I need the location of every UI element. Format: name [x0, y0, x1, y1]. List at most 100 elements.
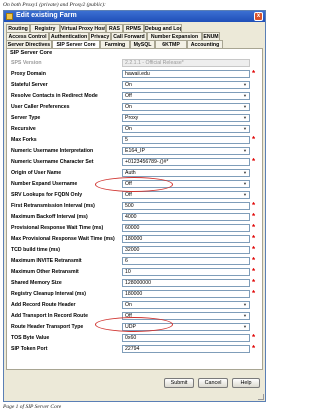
title-bar[interactable]: Edit existing Farm x	[4, 11, 265, 22]
maximum-other-retransmit-label: Maximum Other Retransmit	[11, 269, 79, 275]
tab-routing[interactable]: Routing	[6, 24, 30, 32]
sps-version-input: 2.2.1.1 - Official Release*	[122, 59, 250, 67]
tcd-build-time-ms-label: TCD build time (ms)	[11, 247, 60, 253]
tab-row1: Routing Registry Virtual Proxy Host RAS RPMS…	[6, 24, 263, 32]
field-first-retransmission-interval-ms: First Retransmission Interval (ms) 500 *	[7, 201, 262, 211]
required-marker-icon: *	[252, 223, 256, 232]
add-transport-in-record-route-label: Add Transport In Record Route	[11, 313, 88, 319]
field-maximum-other-retransmit: Maximum Other Retransmit 10 *	[7, 267, 262, 277]
numeric-username-interpretation-select[interactable]: E164_IP	[122, 147, 250, 155]
origin-of-user-name-label: Origin of User Name	[11, 170, 62, 176]
tab-accounting[interactable]: Accounting	[187, 40, 223, 48]
proxy-domain-label: Proxy Domain	[11, 71, 46, 77]
required-marker-icon: *	[252, 289, 256, 298]
tab-ras[interactable]: RAS	[106, 24, 123, 32]
tab-virtual-proxy-host[interactable]: Virtual Proxy Host	[60, 24, 106, 32]
sip-token-port-label: SIP Token Port	[11, 346, 48, 352]
required-marker-icon: *	[252, 256, 256, 265]
tab-privacy[interactable]: Privacy	[89, 32, 111, 40]
first-retransmission-interval-ms-input[interactable]: 500	[122, 202, 250, 210]
field-add-record-route-header: Add Record Route Header On	[7, 300, 262, 310]
tab-call-forward[interactable]: Call Forward	[111, 32, 147, 40]
add-record-route-header-select[interactable]: On	[122, 301, 250, 309]
user-caller-preferences-select[interactable]: On	[122, 103, 250, 111]
field-maximum-backoff-interval-ms: Maximum Backoff Interval (ms) 4000 *	[7, 212, 262, 222]
required-marker-icon: *	[252, 135, 256, 144]
tab-access-control[interactable]: Access Control	[6, 32, 49, 40]
required-marker-icon: *	[252, 69, 256, 78]
tcd-build-time-ms-input[interactable]: 32000	[122, 246, 250, 254]
registry-cleanup-interval-ms-label: Registry Cleanup Interval (ms)	[11, 291, 86, 297]
sip-token-port-input[interactable]: 22794	[122, 345, 250, 353]
tab-rpms[interactable]: RPMS	[123, 24, 144, 32]
field-maximum-invite-retransmit: Maximum INVITE Retransmit 6 *	[7, 256, 262, 266]
resize-grip-icon[interactable]	[258, 394, 264, 400]
numeric-username-character-set-label: Numeric Username Character Set	[11, 159, 94, 165]
tab-farming[interactable]: Farming	[100, 40, 130, 48]
tab-number-expansion[interactable]: Number Expansion	[147, 32, 202, 40]
required-marker-icon: *	[252, 201, 256, 210]
max-provisional-response-wait-time-ms-input[interactable]: 180000	[122, 235, 250, 243]
add-record-route-header-label: Add Record Route Header	[11, 302, 76, 308]
resolve-contacts-in-redirect-mode-select[interactable]: Off	[122, 92, 250, 100]
field-server-type: Server Type Proxy	[7, 113, 262, 123]
maximum-other-retransmit-input[interactable]: 10	[122, 268, 250, 276]
field-tos-byte-value: TOS Byte Value 0x60 *	[7, 333, 262, 343]
maximum-invite-retransmit-label: Maximum INVITE Retransmit	[11, 258, 82, 264]
origin-of-user-name-select[interactable]: Auth	[122, 169, 250, 177]
tab-server-directives[interactable]: Server Directives	[6, 40, 52, 48]
field-shared-memory-size: Shared Memory Size 128000000 *	[7, 278, 262, 288]
stateful-server-select[interactable]: On	[122, 81, 250, 89]
sip-server-core-panel: SIP Server Core SPS Version 2.2.1.1 - Off…	[6, 48, 263, 370]
max-provisional-response-wait-time-ms-label: Max Provisional Response Wait Time (ms)	[11, 236, 115, 242]
field-registry-cleanup-interval-ms: Registry Cleanup Interval (ms) 180000 *	[7, 289, 262, 299]
submit-button[interactable]: Submit	[164, 378, 194, 388]
tab-sip-server-core[interactable]: SIP Server Core	[52, 40, 100, 48]
route-header-transport-type-label: Route Header Transport Type	[11, 324, 84, 330]
tab-registry[interactable]: Registry	[30, 24, 60, 32]
required-marker-icon: *	[252, 212, 256, 221]
server-type-select[interactable]: Proxy	[122, 114, 250, 122]
required-marker-icon: *	[252, 245, 256, 254]
recursive-select[interactable]: On	[122, 125, 250, 133]
field-max-forks: Max Forks 5 *	[7, 135, 262, 145]
sps-version-label: SPS Version	[11, 60, 42, 66]
stateful-server-label: Stateful Server	[11, 82, 48, 88]
tab-6ktmp[interactable]: 6KTMP	[155, 40, 187, 48]
field-resolve-contacts-in-redirect-mode: Resolve Contacts in Redirect Mode Off	[7, 91, 262, 101]
user-caller-preferences-label: User Caller Preferences	[11, 104, 70, 110]
tab-mysql[interactable]: MySQL	[130, 40, 155, 48]
tab-debug-and-logs[interactable]: Debug and Logs	[144, 24, 182, 32]
required-marker-icon: *	[252, 267, 256, 276]
caption-bottom: Page 1 of SIP Server Core	[3, 404, 62, 410]
max-forks-input[interactable]: 5	[122, 136, 250, 144]
field-recursive: Recursive On	[7, 124, 262, 134]
tab-authentication[interactable]: Authentication	[49, 32, 89, 40]
registry-cleanup-interval-ms-input[interactable]: 180000	[122, 290, 250, 298]
tos-byte-value-input[interactable]: 0x60	[122, 334, 250, 342]
shared-memory-size-input[interactable]: 128000000	[122, 279, 250, 287]
button-bar: Submit Cancel Help	[4, 374, 265, 394]
provisional-response-wait-time-ms-input[interactable]: 60000	[122, 224, 250, 232]
required-marker-icon: *	[252, 344, 256, 353]
tab-row2: Access Control Authentication Privacy Call …	[6, 32, 263, 40]
required-marker-icon: *	[252, 333, 256, 342]
section-title: SIP Server Core	[10, 50, 53, 56]
maximum-backoff-interval-ms-input[interactable]: 4000	[122, 213, 250, 221]
window-title: Edit existing Farm	[16, 12, 77, 19]
first-retransmission-interval-ms-label: First Retransmission Interval (ms)	[11, 203, 95, 209]
maximum-backoff-interval-ms-label: Maximum Backoff Interval (ms)	[11, 214, 88, 220]
srv-lookups-for-fqdn-only-label: SRV Lookups for FQDN Only	[11, 192, 83, 198]
tab-enum[interactable]: ENUM	[202, 32, 220, 40]
close-button[interactable]: x	[254, 12, 263, 21]
maximum-invite-retransmit-input[interactable]: 6	[122, 257, 250, 265]
cancel-button[interactable]: Cancel	[198, 378, 228, 388]
numeric-username-character-set-input[interactable]: +0123456789-.()#*	[122, 158, 250, 166]
caption-top: On both Proxy1 (private) and Proxy2 (pub…	[3, 2, 106, 8]
help-button[interactable]: Help	[232, 378, 260, 388]
shared-memory-size-label: Shared Memory Size	[11, 280, 62, 286]
proxy-domain-input[interactable]: hawaii.edu	[122, 70, 250, 78]
provisional-response-wait-time-ms-label: Provisional Response Wait Time (ms)	[11, 225, 104, 231]
field-sps-version: SPS Version 2.2.1.1 - Official Release*	[7, 58, 262, 68]
srv-lookups-for-fqdn-only-select[interactable]: Off	[122, 191, 250, 199]
